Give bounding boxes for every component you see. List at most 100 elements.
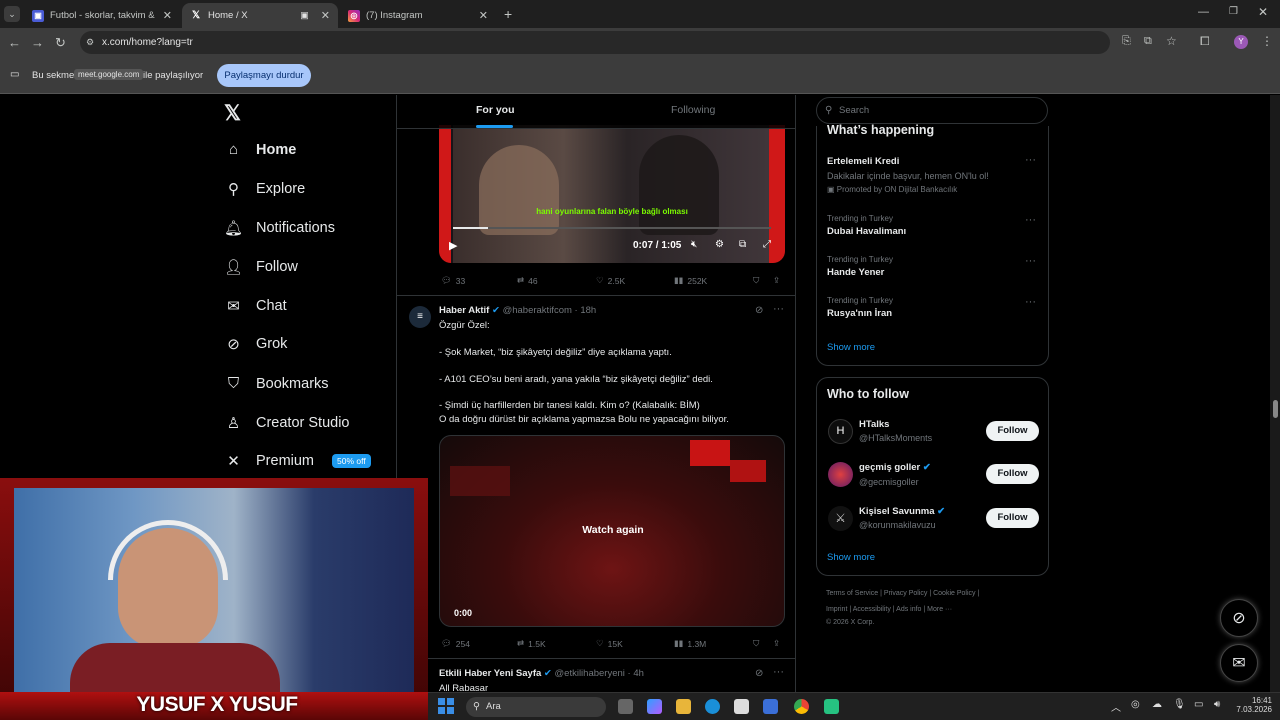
- scrollbar-thumb[interactable]: [1273, 400, 1278, 418]
- video-player[interactable]: hani oyunlarına falan böyle bağlı olması…: [439, 125, 785, 263]
- network-icon[interactable]: ▭: [1194, 699, 1203, 710]
- browser-tab-futbol[interactable]: ▣ Futbol - skorlar, takvim & oran... ✕: [24, 3, 180, 28]
- tab-following[interactable]: Following: [671, 104, 715, 116]
- cast-icon[interactable]: ⧉: [1144, 35, 1152, 48]
- stop-sharing-button[interactable]: Paylaşmayı durdur: [217, 64, 311, 87]
- taskbar-search[interactable]: ⚲ Ara: [466, 697, 606, 717]
- author-name[interactable]: Haber Aktif: [439, 305, 489, 316]
- forward-icon[interactable]: →: [31, 35, 44, 50]
- nav-home[interactable]: ⌂ Home: [225, 141, 296, 158]
- nav-chat[interactable]: ✉ Chat: [225, 297, 286, 315]
- more-icon[interactable]: ···: [1025, 255, 1036, 267]
- nav-premium[interactable]: ✕ Premium 50% off: [225, 452, 371, 470]
- translate-icon[interactable]: ⎘: [1122, 35, 1131, 48]
- x-logo-icon[interactable]: 𝕏: [224, 101, 241, 126]
- repost-stat[interactable]: ⇄ 46: [517, 275, 538, 286]
- suggested-user-name[interactable]: HTalks: [859, 419, 889, 430]
- picture-in-picture-icon[interactable]: ⧉: [739, 239, 746, 250]
- tweet-time[interactable]: · 4h: [628, 668, 644, 679]
- settings-icon[interactable]: ⚙: [715, 239, 724, 250]
- nav-follow[interactable]: 👤︎ Follow: [224, 258, 298, 276]
- show-more-link[interactable]: Show more: [827, 342, 875, 353]
- video-progress-track[interactable]: [453, 227, 771, 229]
- share-icon[interactable]: ⇪: [773, 275, 780, 286]
- author-handle[interactable]: @etkilihaberyeni: [555, 668, 625, 679]
- copilot-icon[interactable]: [647, 699, 662, 714]
- grok-icon[interactable]: ⊘: [755, 668, 763, 679]
- reload-icon[interactable]: ↻: [55, 35, 66, 51]
- trend-item[interactable]: Ertelemeli Kredi Dakikalar içinde başvur…: [827, 156, 1037, 194]
- more-icon[interactable]: ···: [1025, 154, 1036, 166]
- start-icon[interactable]: [438, 698, 454, 714]
- avatar[interactable]: H: [828, 419, 853, 444]
- app-icon[interactable]: [824, 699, 839, 714]
- mute-icon[interactable]: 🔇︎: [691, 239, 697, 250]
- tray-app-icon[interactable]: ◎: [1131, 699, 1140, 710]
- volume-icon[interactable]: 🔊︎: [1214, 699, 1220, 710]
- fullscreen-icon[interactable]: ⤢: [763, 239, 771, 250]
- close-tab-icon[interactable]: ✕: [479, 9, 488, 22]
- store-icon[interactable]: [734, 699, 749, 714]
- browser-menu-icon[interactable]: ⋮: [1261, 34, 1273, 48]
- microphone-icon[interactable]: 🎙︎: [1173, 699, 1186, 710]
- tray-chevron-icon[interactable]: ︿: [1111, 699, 1121, 714]
- reply-stat[interactable]: 💬︎ 33: [441, 275, 465, 286]
- author-handle[interactable]: @haberaktifcom: [503, 305, 572, 316]
- nav-creator-studio[interactable]: ♙ Creator Studio: [225, 414, 350, 432]
- more-icon[interactable]: ···: [773, 666, 784, 678]
- browser-tab-instagram[interactable]: ◎ (7) Instagram ✕: [340, 3, 496, 28]
- trend-item[interactable]: Trending in Turkey Rusya'nın İran: [827, 296, 893, 319]
- watch-again-button[interactable]: Watch again: [440, 524, 784, 536]
- new-tab-icon[interactable]: +: [504, 6, 512, 22]
- footer-links[interactable]: Terms of Service | Privacy Policy | Cook…: [826, 590, 979, 597]
- bookmark-icon[interactable]: ⛉: [753, 275, 759, 286]
- avatar[interactable]: ≡: [409, 306, 431, 328]
- close-tab-icon[interactable]: ✕: [163, 9, 172, 22]
- edge-icon[interactable]: [705, 699, 720, 714]
- views-stat[interactable]: ▮▮ 1.3M: [674, 638, 706, 649]
- bookmark-icon[interactable]: ⛉: [753, 638, 759, 649]
- show-more-link[interactable]: Show more: [827, 552, 875, 563]
- follow-button[interactable]: Follow: [986, 421, 1039, 441]
- minimize-icon[interactable]: —: [1198, 6, 1209, 18]
- trend-item[interactable]: Trending in Turkey Hande Yener: [827, 255, 893, 278]
- nav-explore[interactable]: ⚲ Explore: [225, 180, 305, 198]
- reply-stat[interactable]: 💬︎ 254: [441, 638, 470, 649]
- share-icon[interactable]: ⇪: [773, 638, 780, 649]
- avatar[interactable]: ⚔: [828, 506, 853, 531]
- app-icon[interactable]: [763, 699, 778, 714]
- footer-links[interactable]: Imprint | Accessibility | Ads info | Mor…: [826, 606, 952, 613]
- url-field[interactable]: ⚙ x.com/home?lang=tr: [80, 31, 1110, 54]
- site-info-icon[interactable]: ⚙: [86, 31, 94, 54]
- like-stat[interactable]: ♡ 2.5K: [596, 275, 625, 286]
- suggested-user-name[interactable]: Kişisel Savunma ✔: [859, 506, 945, 517]
- nav-grok[interactable]: ⊘ Grok: [225, 335, 287, 353]
- nav-notifications[interactable]: 🔔︎ Notifications: [224, 219, 335, 237]
- more-icon[interactable]: ···: [1025, 214, 1036, 226]
- page-scrollbar[interactable]: [1270, 95, 1280, 695]
- more-icon[interactable]: ···: [773, 303, 784, 315]
- chrome-icon[interactable]: [794, 699, 809, 714]
- close-tab-icon[interactable]: ✕: [321, 9, 330, 22]
- profile-avatar[interactable]: Y: [1234, 35, 1248, 49]
- grok-icon[interactable]: ⊘: [1220, 599, 1258, 637]
- task-view-icon[interactable]: [618, 699, 633, 714]
- follow-button[interactable]: Follow: [986, 464, 1039, 484]
- tab-for-you[interactable]: For you: [476, 104, 515, 116]
- restore-icon[interactable]: ❐: [1229, 6, 1238, 17]
- messages-icon[interactable]: ✉: [1220, 644, 1258, 682]
- grok-icon[interactable]: ⊘: [755, 305, 763, 316]
- tab-menu-button[interactable]: ⌄: [4, 6, 20, 22]
- views-stat[interactable]: ▮▮ 252K: [674, 275, 707, 286]
- bookmark-star-icon[interactable]: ☆: [1166, 34, 1177, 48]
- nav-bookmarks[interactable]: ⛉ Bookmarks: [225, 375, 329, 392]
- play-icon[interactable]: ▶: [449, 239, 457, 252]
- repost-stat[interactable]: ⇄ 1.5K: [517, 638, 546, 649]
- clock[interactable]: 16:41 7.03.2026: [1236, 696, 1272, 714]
- like-stat[interactable]: ♡ 15K: [596, 638, 623, 649]
- file-explorer-icon[interactable]: [676, 699, 691, 714]
- suggested-user-name[interactable]: geçmiş goller ✔: [859, 462, 931, 473]
- tweet-time[interactable]: · 18h: [575, 305, 597, 316]
- tray-cloud-icon[interactable]: ☁: [1152, 699, 1162, 710]
- author-name[interactable]: Etkili Haber Yeni Sayfa: [439, 668, 541, 679]
